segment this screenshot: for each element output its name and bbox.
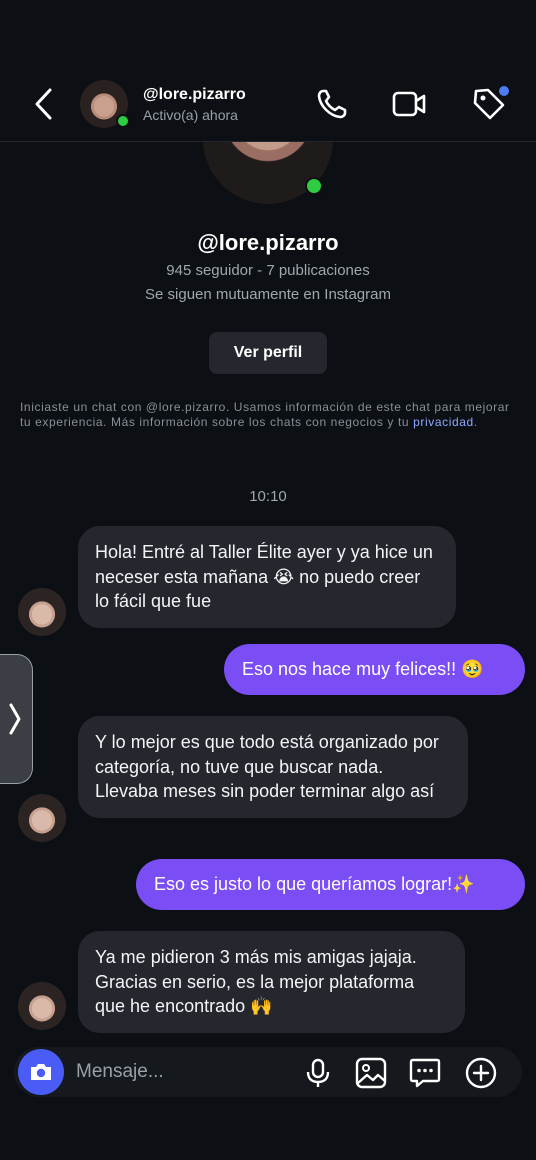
camera-button[interactable] bbox=[18, 1049, 64, 1095]
video-camera-icon[interactable] bbox=[391, 86, 427, 122]
profile-stats: 945 seguidor - 7 publicaciones bbox=[166, 262, 370, 279]
image-icon[interactable] bbox=[354, 1056, 388, 1090]
message-composer bbox=[14, 1047, 522, 1097]
message-incoming[interactable]: Ya me pidieron 3 más mis amigas jajaja. … bbox=[78, 931, 465, 1033]
chat-bubble-icon[interactable] bbox=[408, 1056, 442, 1090]
sender-avatar[interactable] bbox=[18, 982, 66, 1030]
profile-username: @lore.pizarro bbox=[197, 230, 339, 255]
header-avatar[interactable] bbox=[80, 80, 130, 128]
notification-dot bbox=[499, 86, 509, 96]
profile-online-indicator bbox=[305, 177, 323, 195]
online-indicator bbox=[116, 114, 130, 128]
tag-button[interactable] bbox=[471, 86, 509, 122]
microphone-icon[interactable] bbox=[301, 1056, 335, 1090]
view-profile-button[interactable]: Ver perfil bbox=[209, 332, 327, 374]
message-incoming[interactable]: Y lo mejor es que todo está organizado p… bbox=[78, 716, 468, 818]
profile-mutual-follow: Se siguen mutuamente en Instagram bbox=[145, 286, 391, 303]
header-username[interactable]: @lore.pizarro bbox=[143, 86, 246, 104]
message-outgoing[interactable]: Eso nos hace muy felices!! 🥹 bbox=[224, 644, 525, 695]
side-panel-tab[interactable] bbox=[0, 654, 33, 784]
message-timestamp: 10:10 bbox=[249, 488, 287, 505]
plus-circle-icon[interactable] bbox=[464, 1056, 498, 1090]
sender-avatar[interactable] bbox=[18, 794, 66, 842]
chat-header: @lore.pizarro Activo(a) ahora bbox=[0, 0, 536, 142]
camera-icon bbox=[31, 1064, 51, 1080]
message-incoming[interactable]: Hola! Entré al Taller Élite ayer y ya hi… bbox=[78, 526, 456, 628]
disclaimer-end: . bbox=[473, 415, 478, 429]
phone-icon[interactable] bbox=[314, 86, 350, 122]
header-status: Activo(a) ahora bbox=[143, 107, 238, 123]
business-chat-disclaimer: Iniciaste un chat con @lore.pizarro. Usa… bbox=[20, 400, 520, 430]
message-input[interactable] bbox=[76, 1059, 276, 1085]
back-chevron-icon[interactable] bbox=[30, 86, 56, 122]
message-outgoing[interactable]: Eso es justo lo que queríamos lograr!✨ bbox=[136, 859, 525, 910]
sender-avatar[interactable] bbox=[18, 588, 66, 636]
privacy-link[interactable]: privacidad bbox=[413, 415, 474, 429]
chevron-right-icon bbox=[9, 703, 21, 735]
